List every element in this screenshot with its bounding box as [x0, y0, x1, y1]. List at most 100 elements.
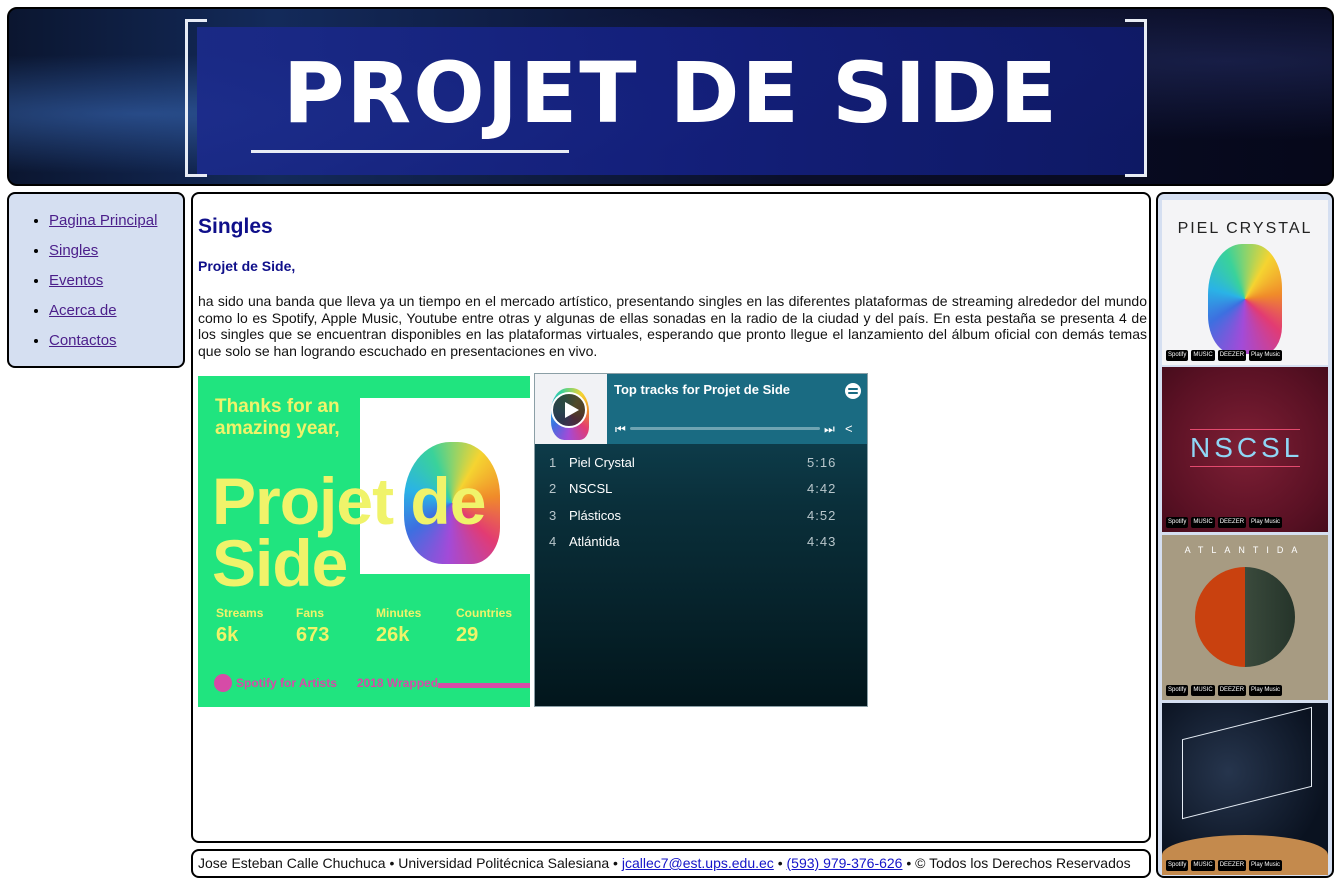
deezer-badge: DEEZER: [1217, 350, 1247, 361]
sidebar-nav: Pagina Principal Singles Eventos Acerca …: [7, 192, 185, 368]
stat-value: 29: [456, 624, 479, 646]
nav-list: Pagina Principal Singles Eventos Acerca …: [9, 210, 183, 360]
nav-link-contactos[interactable]: Contactos: [49, 332, 117, 349]
share-icon[interactable]: <: [845, 421, 853, 436]
footer-separator: •: [609, 855, 622, 871]
spotify-icon[interactable]: [845, 383, 861, 399]
track-row[interactable]: 3 Plásticos 4:52: [535, 502, 867, 529]
progress-bar[interactable]: [630, 427, 820, 430]
footer-author: Jose Esteban Calle Chuchuca: [198, 855, 386, 871]
spotify-badge: Spotify: [1166, 517, 1189, 528]
footer-separator: •: [773, 855, 787, 871]
page-footer: Jose Esteban Calle Chuchuca • Universida…: [191, 849, 1151, 878]
google-play-badge: Play Music: [1249, 685, 1283, 696]
track-name: Atlántida: [569, 534, 620, 550]
next-track-icon[interactable]: ⏭: [824, 422, 835, 437]
nav-link-singles[interactable]: Singles: [49, 242, 98, 259]
previous-track-icon[interactable]: ⏮: [615, 422, 626, 437]
stat-value: 26k: [376, 624, 410, 646]
cover-plasticos: Spotify MUSIC DEEZER Play Music: [1162, 703, 1328, 875]
wrapped-artist-name: Projet de Side: [212, 464, 486, 600]
nav-item-singles: Singles: [49, 240, 183, 270]
banner-underline: [251, 150, 569, 153]
nav-link-pagina-principal[interactable]: Pagina Principal: [49, 212, 157, 229]
stat-label: Minutes: [376, 606, 422, 620]
deezer-badge: DEEZER: [1217, 685, 1247, 696]
cover-piel-crystal: PIEL CRYSTAL Spotify MUSIC DEEZER Play M…: [1162, 200, 1328, 365]
stat-countries: Countries 29: [456, 606, 530, 647]
track-duration: 4:52: [807, 507, 837, 523]
apple-music-badge: MUSIC: [1191, 517, 1215, 528]
google-play-badge: Play Music: [1249, 860, 1283, 871]
footer-rights: © Todos los Derechos Reservados: [915, 855, 1131, 871]
spotify-badge: Spotify: [1166, 860, 1189, 871]
deezer-badge: DEEZER: [1217, 860, 1247, 871]
track-duration: 4:43: [807, 534, 837, 550]
banner-title: PROJET DE SIDE: [282, 44, 1060, 142]
track-row[interactable]: 1 Piel Crystal 5:16: [535, 449, 867, 476]
play-button[interactable]: [551, 392, 587, 428]
track-list: 1 Piel Crystal 5:16 2 NSCSL 4:42 3 Plást…: [535, 449, 867, 555]
wrapped-stats: Streams 6k Fans 673 Minutes 26k Countrie…: [216, 606, 530, 647]
track-row[interactable]: 4 Atlántida 4:43: [535, 529, 867, 556]
page-title: Singles: [198, 215, 273, 238]
track-row[interactable]: 2 NSCSL 4:42: [535, 476, 867, 503]
nav-link-eventos[interactable]: Eventos: [49, 272, 103, 289]
track-duration: 4:42: [807, 481, 837, 497]
footer-phone-link[interactable]: (593) 979-376-626: [787, 855, 903, 871]
footer-email-link[interactable]: jcallec7@est.ups.edu.ec: [622, 855, 774, 871]
wrapped-thanks-text: Thanks for an amazing year,: [215, 396, 340, 439]
track-number: 4: [549, 534, 557, 550]
cover-caption: ATLANTIDA: [1184, 545, 1306, 555]
wrapped-tag: 2018 Wrapped: [356, 676, 439, 690]
cover-orb-art: [1195, 567, 1295, 667]
band-name-heading: Projet de Side,: [198, 258, 296, 274]
google-play-badge: Play Music: [1249, 350, 1283, 361]
cover-atlantida: ATLANTIDA Spotify MUSIC DEEZER Play Musi…: [1162, 535, 1328, 700]
wrapped-brand: Spotify for Artists: [236, 676, 337, 690]
header-banner: PROJET DE SIDE: [7, 7, 1334, 186]
google-play-badge: Play Music: [1249, 517, 1283, 528]
store-badges: Spotify MUSIC DEEZER Play Music: [1166, 860, 1283, 871]
footer-separator: •: [385, 855, 399, 871]
nav-item-contactos: Contactos: [49, 330, 183, 360]
wrapped-footer: Spotify for Artists 2018 Wrapped: [214, 674, 438, 692]
spotify-logo-icon: [214, 674, 232, 692]
spotify-embed-player: Top tracks for Projet de Side ⏮ ⏭ < 1 Pi…: [534, 373, 868, 707]
footer-university: Universidad Politécnica Salesiana: [398, 855, 610, 871]
nav-item-eventos: Eventos: [49, 270, 183, 300]
deezer-badge: DEEZER: [1217, 517, 1247, 528]
stat-streams: Streams 6k: [216, 606, 296, 647]
nav-item-pagina-principal: Pagina Principal: [49, 210, 183, 240]
stat-minutes: Minutes 26k: [376, 606, 456, 647]
stat-fans: Fans 673: [296, 606, 376, 647]
apple-music-badge: MUSIC: [1191, 685, 1215, 696]
wrapped-accent-bar: [438, 683, 530, 688]
footer-separator: •: [902, 855, 916, 871]
stat-value: 673: [296, 624, 330, 646]
store-badges: Spotify MUSIC DEEZER Play Music: [1166, 517, 1283, 528]
track-name: Piel Crystal: [569, 454, 635, 470]
stat-label: Countries: [456, 606, 513, 620]
apple-music-badge: MUSIC: [1191, 350, 1215, 361]
nav-item-acerca-de: Acerca de: [49, 300, 183, 330]
nav-link-acerca-de[interactable]: Acerca de: [49, 302, 117, 319]
single-covers-aside: PIEL CRYSTAL Spotify MUSIC DEEZER Play M…: [1156, 192, 1334, 878]
store-badges: Spotify MUSIC DEEZER Play Music: [1166, 350, 1283, 361]
cover-nscsl: NSCSL Spotify MUSIC DEEZER Play Music: [1162, 367, 1328, 532]
track-name: Plásticos: [569, 507, 622, 523]
track-duration: 5:16: [807, 454, 837, 470]
cover-caption: PIEL CRYSTAL: [1177, 220, 1313, 237]
main-content: Singles Projet de Side, ha sido una band…: [191, 192, 1151, 843]
spotify-badge: Spotify: [1166, 350, 1189, 361]
cover-head-art: [1208, 244, 1282, 354]
track-name: NSCSL: [569, 481, 613, 497]
track-number: 3: [549, 507, 557, 523]
spotify-badge: Spotify: [1166, 685, 1189, 696]
store-badges: Spotify MUSIC DEEZER Play Music: [1166, 685, 1283, 696]
track-number: 1: [549, 454, 557, 470]
stat-label: Streams: [216, 606, 264, 620]
stat-value: 6k: [216, 624, 239, 646]
cover-caption: NSCSL: [1190, 429, 1300, 467]
player-title: Top tracks for Projet de Side: [614, 382, 791, 397]
